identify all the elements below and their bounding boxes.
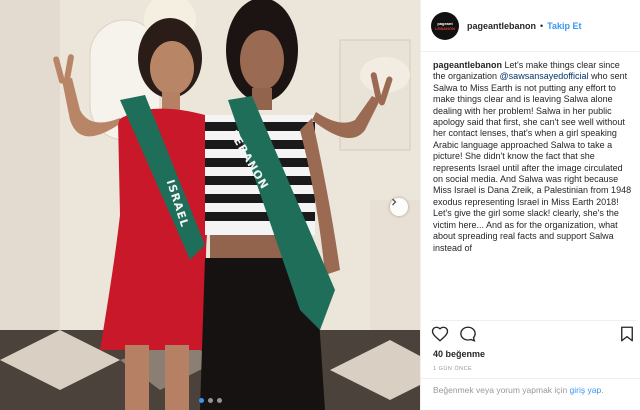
caption-text-second: Let's give the girl some slack! clearly,… [433,208,619,253]
caption-text: who sent Salwa to Miss Earth is not putt… [433,71,632,207]
post-photo[interactable]: ISRAEL LEBANON [0,0,420,410]
comment-login-prompt: Beğenmek veya yorum yapmak için giriş ya… [421,378,640,410]
comment-prompt-end: . [601,385,604,395]
photo-illustration [0,0,420,410]
next-photo-button[interactable] [390,198,408,216]
carousel-indicator [0,398,420,403]
follow-button[interactable]: Takip Et [547,21,581,31]
header-username[interactable]: pageantlebanon [467,21,536,31]
carousel-dot [198,398,204,403]
avatar-text-bottom: LEBANON [435,25,455,31]
caption-mention-link[interactable]: @sawsansayedofficial [500,71,589,81]
comment-prompt-text: Beğenmek veya yorum yapmak için [433,385,570,395]
login-link[interactable]: giriş yap [570,385,602,395]
avatar[interactable]: pageant LEBANON [431,11,459,40]
caption-username[interactable]: pageantlebanon [433,60,502,70]
carousel-dot [207,398,213,403]
post-side-panel: pageant LEBANON pageantlebanon • Takip E… [420,0,640,410]
chevron-right-icon [392,198,397,206]
bookmark-icon[interactable] [618,325,636,343]
heart-icon[interactable] [431,325,449,343]
comment-icon[interactable] [459,325,477,343]
header-separator: • [540,20,544,31]
post-timestamp: 1 GÜN ÖNCE [433,366,473,372]
post-caption: pageantlebanon Let's make things clear s… [433,60,633,314]
post-header: pageant LEBANON pageantlebanon • Takip E… [421,0,640,52]
like-count[interactable]: 40 beğenme [433,349,485,359]
carousel-dot [216,398,222,403]
post-actions [431,320,636,342]
